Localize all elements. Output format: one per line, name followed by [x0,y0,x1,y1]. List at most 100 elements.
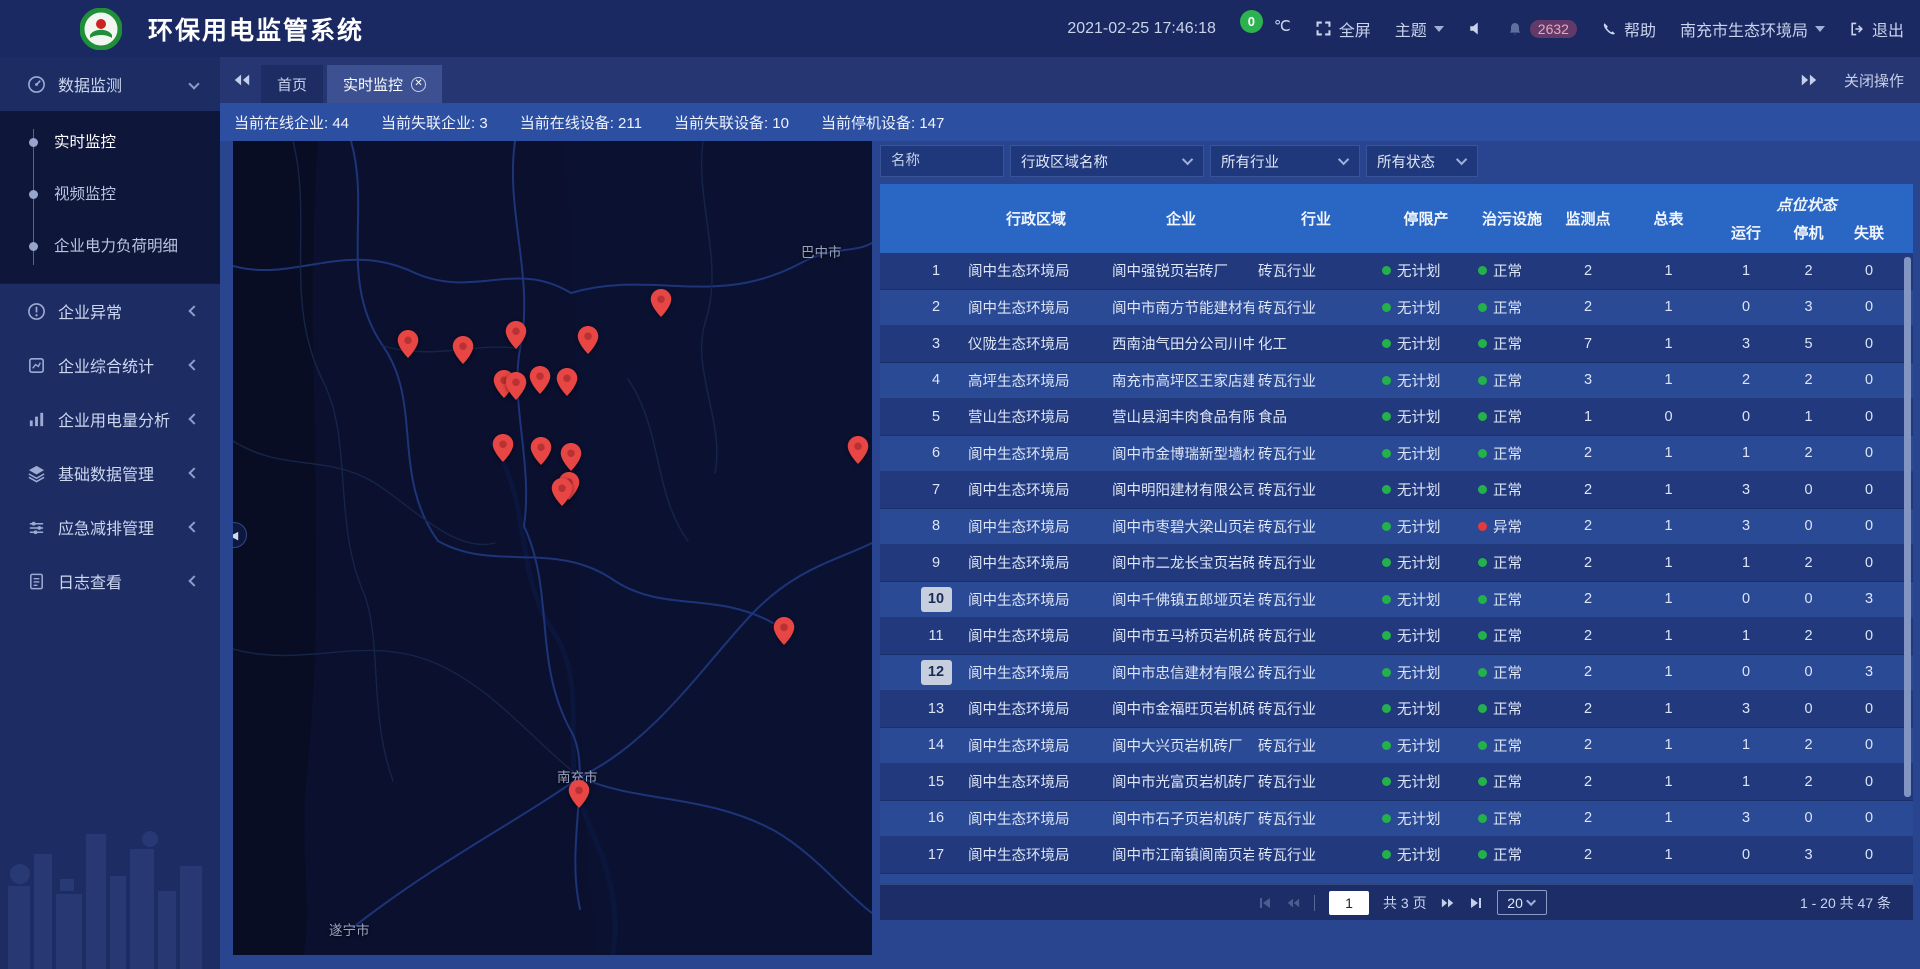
status-filter-select[interactable]: 所有状态 [1366,145,1478,177]
facility-label: 正常 [1493,370,1522,391]
cell-meters: 1 [1626,326,1711,362]
table-row[interactable]: 6阆中生态环境局阆中市金博瑞新型墙材砖瓦行业无计划正常21120 [880,436,1913,473]
table-row[interactable]: 1阆中生态环境局阆中强锐页岩砖厂砖瓦行业无计划正常21120 [880,253,1913,290]
map-pin-icon[interactable] [557,368,578,396]
tab-active[interactable]: 实时监控 ✕ [327,65,442,103]
map-pin-icon[interactable] [552,478,573,506]
page-size-select[interactable]: 20 [1497,890,1547,915]
close-actions-button[interactable]: 关闭操作 [1844,70,1904,91]
table-row[interactable]: 15阆中生态环境局阆中市光富页岩机砖厂砖瓦行业无计划正常21120 [880,764,1913,801]
table-row[interactable]: 4高坪生态环境局南充市高坪区王家店建砖瓦行业无计划正常31220 [880,363,1913,400]
map-pin-icon[interactable] [398,330,419,358]
cell-company: 阆中市金福旺页岩机砖 [1108,691,1254,727]
region-filter-select[interactable]: 行政区域名称 [1010,145,1204,177]
table-row[interactable]: 5营山生态环境局营山县润丰肉食品有限食品无计划正常10010 [880,399,1913,436]
cell-stopped: 0 [1781,691,1836,727]
col-point-status: 点位状态 [1711,194,1902,215]
map-pin-icon[interactable] [848,436,869,464]
name-filter-input[interactable] [880,145,1004,177]
logout-button[interactable]: 退出 [1849,17,1904,41]
cell-points: 2 [1550,509,1626,545]
total-pages-label: 共 3 页 [1383,893,1427,913]
map-pin-icon[interactable] [578,326,599,354]
next-page-icon [1441,896,1455,910]
user-menu[interactable]: 南充市生态环境局 [1680,17,1825,41]
sidebar-item[interactable]: 应急减排管理 [0,500,220,554]
table-row[interactable]: 13阆中生态环境局阆中市金福旺页岩机砖砖瓦行业无计划正常21300 [880,691,1913,728]
page-number-input[interactable] [1329,891,1369,915]
table-row[interactable]: 9阆中生态环境局阆中市二龙长宝页岩砖砖瓦行业无计划正常21120 [880,545,1913,582]
map-pin-icon[interactable] [569,780,590,808]
last-page-button[interactable] [1469,896,1483,910]
cell-limit: 无计划 [1378,326,1474,362]
table-row[interactable]: 7阆中生态环境局阆中明阳建材有限公司砖瓦行业无计划正常21300 [880,472,1913,509]
map-pin-icon[interactable] [530,366,551,394]
cell-running: 1 [1711,764,1781,800]
table-row[interactable]: 16阆中生态环境局阆中市石子页岩机砖厂砖瓦行业无计划正常21300 [880,801,1913,838]
status-dot-green [1478,303,1487,312]
table-row[interactable]: 2阆中生态环境局阆中市南方节能建材有砖瓦行业无计划正常21030 [880,290,1913,327]
alert-icon [27,302,46,321]
table-row[interactable]: 17阆中生态环境局阆中市江南镇阆南页岩砖瓦行业无计划正常21030 [880,837,1913,874]
fullscreen-button[interactable]: 全屏 [1315,17,1371,41]
cell-stopped: 0 [1781,472,1836,508]
col-meters: 总表 [1626,184,1711,253]
sidebar-subitem[interactable]: 企业电力负荷明细 [0,221,220,273]
industry-filter-select[interactable]: 所有行业 [1210,145,1360,177]
status-dot-green [1382,558,1391,567]
map-pin-icon[interactable] [531,437,552,465]
limit-label: 无计划 [1397,333,1441,354]
cell-meters: 1 [1626,837,1711,873]
sound-button[interactable] [1468,21,1483,36]
map-pin-icon[interactable] [493,434,514,462]
table-scrollbar[interactable] [1904,257,1911,797]
sidebar-item[interactable]: 企业用电量分析 [0,392,220,446]
sidebar-item[interactable]: 企业异常 [0,284,220,338]
chevron-down-icon [1182,154,1193,165]
next-page-button[interactable] [1441,896,1455,910]
cell-region: 阆中生态环境局 [964,436,1108,472]
map-pin-icon[interactable] [561,443,582,471]
close-icon[interactable]: ✕ [411,77,426,92]
sidebar-item[interactable]: 数据监测 [0,57,220,111]
cell-industry: 砖瓦行业 [1254,874,1378,885]
sidebar-item[interactable]: 基础数据管理 [0,446,220,500]
chevron-left-icon [188,575,199,586]
map-pin-icon[interactable] [774,617,795,645]
table-row[interactable]: 14阆中生态环境局阆中大兴页岩机砖厂砖瓦行业无计划正常21120 [880,728,1913,765]
tabs-scroll-right-button[interactable] [1800,73,1818,87]
sidebar-item[interactable]: 企业综合统计 [0,338,220,392]
theme-dropdown[interactable]: 主题 [1395,17,1444,41]
table-row[interactable]: 18南部生态环境局南部县升钟页岩砖厂砖瓦行业无计划正常21030 [880,874,1913,885]
limit-label: 无计划 [1397,479,1441,500]
map-pin-icon[interactable] [453,336,474,364]
help-button[interactable]: 帮助 [1601,17,1656,41]
first-page-button[interactable] [1258,896,1272,910]
prev-page-button[interactable] [1286,896,1300,910]
map-pin-icon[interactable] [506,321,527,349]
map-panel[interactable]: 巴中市南充市遂宁市 ◀ [233,141,872,955]
cell-meters: 1 [1626,874,1711,885]
cell-running: 1 [1711,728,1781,764]
map-pin-icon[interactable] [651,289,672,317]
sidebar-subitem[interactable]: 视频监控 [0,169,220,221]
speaker-icon [1468,21,1483,36]
notification-area[interactable]: 2632 [1507,20,1577,38]
table-row[interactable]: 10阆中生态环境局阆中千佛镇五郎垭页岩砖瓦行业无计划正常21003 [880,582,1913,619]
cell-company: 阆中市南方节能建材有 [1108,290,1254,326]
table-row[interactable]: 11阆中生态环境局阆中市五马桥页岩机砖砖瓦行业无计划正常21120 [880,618,1913,655]
tab-label: 实时监控 [343,74,403,95]
tabs-scroll-left-button[interactable] [233,73,251,87]
table-row[interactable]: 12阆中生态环境局阆中市忠信建材有限公砖瓦行业无计划正常21003 [880,655,1913,692]
map-pin-icon[interactable] [506,372,527,400]
cell-facility: 正常 [1474,326,1550,362]
sidebar-item[interactable]: 日志查看 [0,554,220,608]
table-row[interactable]: 3仪陇生态环境局西南油气田分公司川中化工无计划正常71350 [880,326,1913,363]
table-row[interactable]: 8阆中生态环境局阆中市枣碧大梁山页岩砖瓦行业无计划异常21300 [880,509,1913,546]
sidebar-subitem[interactable]: 实时监控 [0,117,220,169]
tab-item[interactable]: 首页 [261,65,323,103]
cell-limit: 无计划 [1378,399,1474,435]
limit-label: 无计划 [1397,844,1441,865]
cell-index: 7 [908,472,964,508]
col-stopped: 停机 [1781,222,1836,243]
